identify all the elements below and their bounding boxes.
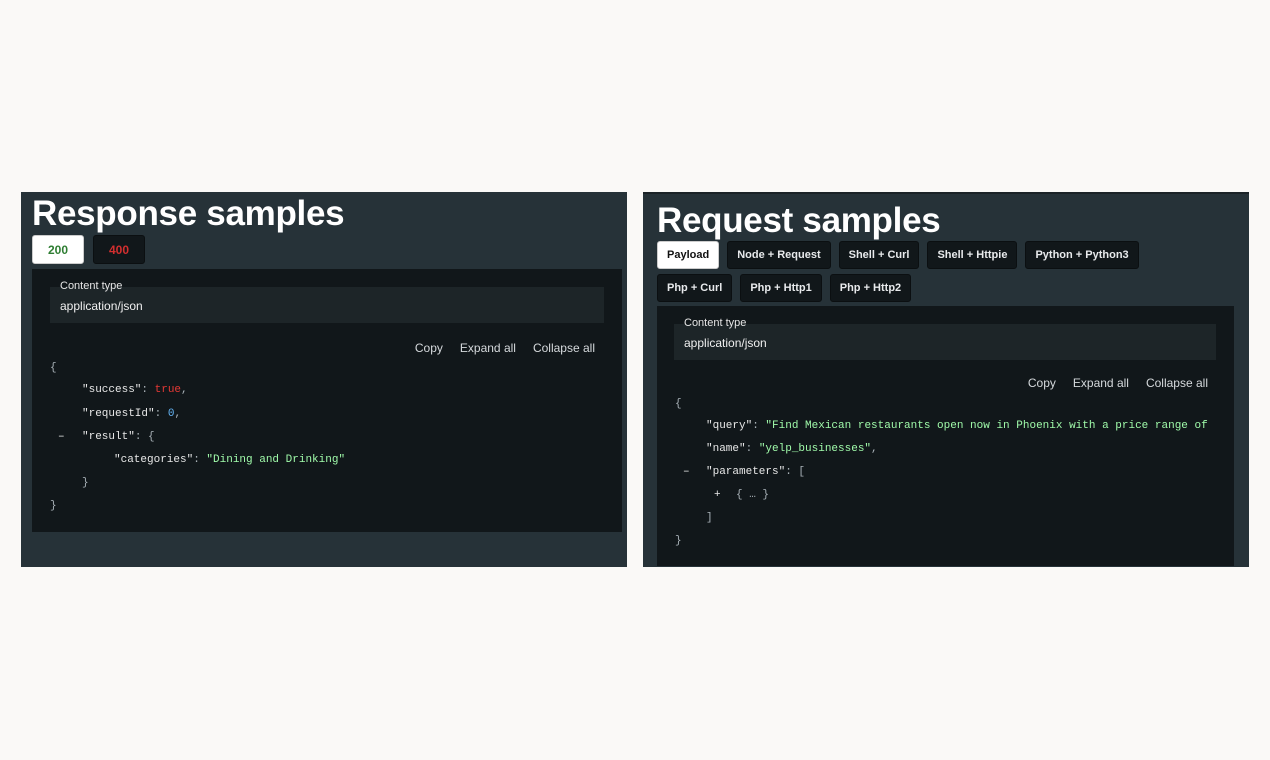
- json-result-close: }: [82, 477, 89, 489]
- json-line-query: "query": "Find Mexican restaurants open …: [706, 420, 1208, 432]
- tab-node-request[interactable]: Node + Request: [727, 241, 831, 269]
- content-type-value: application/json: [684, 336, 767, 350]
- json-line-parameters: "parameters": [: [706, 466, 806, 478]
- copy-button[interactable]: Copy: [1028, 376, 1056, 390]
- tab-status-200[interactable]: 200: [32, 235, 84, 264]
- copy-button[interactable]: Copy: [415, 341, 443, 355]
- tab-payload[interactable]: Payload: [657, 241, 720, 269]
- content-type-value: application/json: [60, 299, 143, 313]
- json-open-brace: {: [50, 362, 57, 374]
- tab-shell-httpie[interactable]: Shell + Httpie: [927, 241, 1018, 269]
- collapse-result-toggle[interactable]: –: [58, 431, 65, 443]
- tab-php-http1[interactable]: Php + Http1: [740, 274, 822, 302]
- expand-all-button[interactable]: Expand all: [1073, 376, 1129, 390]
- request-samples-panel: Request samples Payload Node + Request S…: [643, 192, 1249, 567]
- tab-php-http2[interactable]: Php + Http2: [829, 274, 912, 302]
- json-params-close: ]: [706, 512, 713, 524]
- collapse-parameters-toggle[interactable]: –: [683, 466, 690, 478]
- request-language-tabs: Payload Node + Request Shell + Curl Shel…: [657, 241, 1217, 302]
- json-line-result: "result": {: [82, 431, 155, 443]
- content-type-label: Content type: [60, 280, 123, 292]
- response-status-tabs: 200 400: [32, 235, 145, 264]
- content-type-select[interactable]: Content type application/json: [674, 317, 1216, 360]
- json-line-categories: "categories": "Dining and Drinking": [114, 454, 346, 466]
- response-samples-panel: Response samples 200 400 Content type ap…: [21, 192, 627, 567]
- collapse-all-button[interactable]: Collapse all: [533, 341, 595, 355]
- content-type-label: Content type: [684, 317, 747, 329]
- tab-status-400[interactable]: 400: [93, 235, 145, 264]
- collapse-all-button[interactable]: Collapse all: [1146, 376, 1208, 390]
- json-line-success: "success": true,: [82, 384, 188, 396]
- response-code-block: Content type application/json Copy Expan…: [32, 269, 622, 532]
- json-close-brace: }: [50, 500, 57, 512]
- json-open-brace: {: [675, 398, 682, 410]
- expand-all-button[interactable]: Expand all: [460, 341, 516, 355]
- code-actions: Copy Expand all Collapse all: [415, 341, 595, 355]
- tab-php-curl[interactable]: Php + Curl: [657, 274, 733, 302]
- json-line-requestid: "requestId": 0,: [82, 408, 182, 420]
- request-code-block: Content type application/json Copy Expan…: [657, 306, 1234, 566]
- json-collapsed-object[interactable]: { … }: [736, 489, 769, 501]
- content-type-select[interactable]: Content type application/json: [50, 280, 604, 323]
- request-samples-title: Request samples: [657, 201, 941, 240]
- json-close-brace: }: [675, 535, 682, 547]
- tab-python-python3[interactable]: Python + Python3: [1025, 241, 1139, 269]
- json-line-name: "name": "yelp_businesses",: [706, 443, 878, 455]
- response-samples-title: Response samples: [32, 194, 345, 233]
- expand-object-toggle[interactable]: +: [714, 489, 721, 501]
- code-actions: Copy Expand all Collapse all: [1028, 376, 1208, 390]
- tab-shell-curl[interactable]: Shell + Curl: [838, 241, 920, 269]
